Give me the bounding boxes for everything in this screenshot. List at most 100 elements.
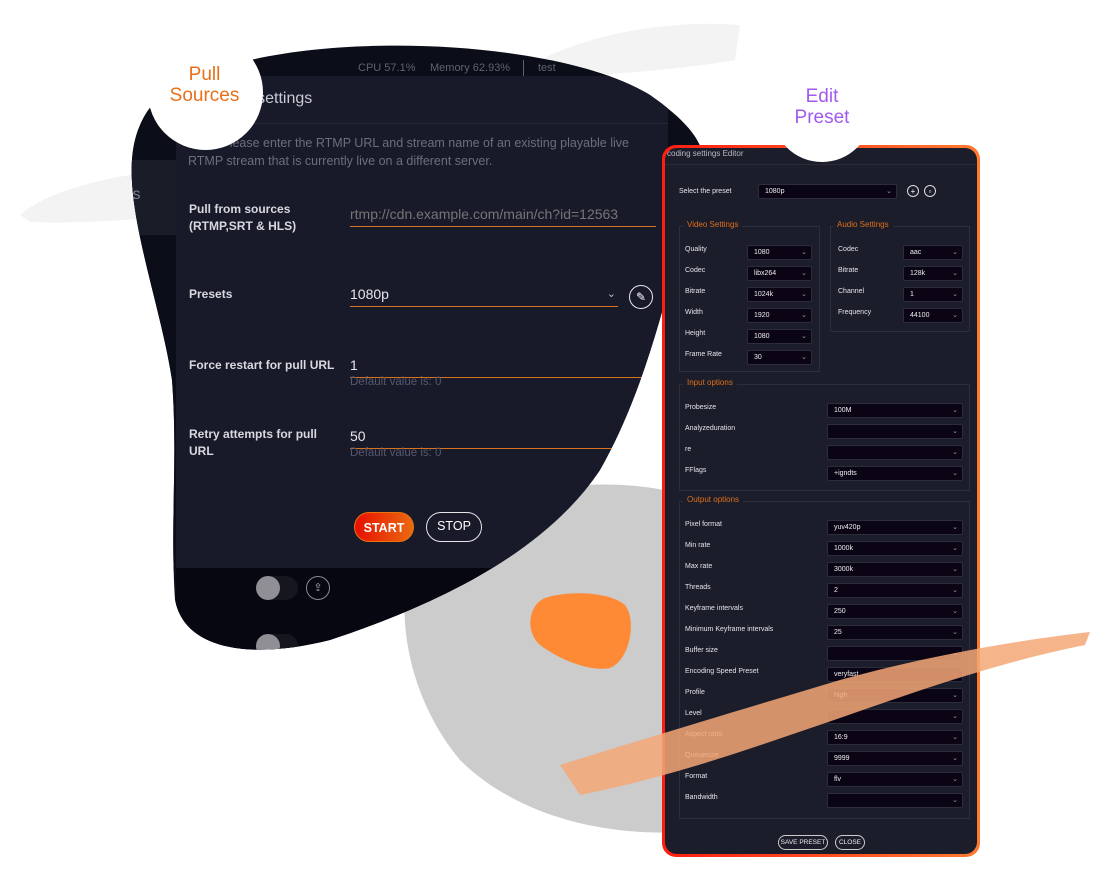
field-select[interactable]: libx264 ⌄ [747, 266, 812, 281]
field-label: Bitrate [838, 267, 859, 274]
field-label: Aspect ratio [685, 731, 722, 738]
select-preset-label: Select the preset [679, 188, 732, 195]
field-select[interactable]: flv ⌄ [827, 772, 963, 787]
callout-line: Sources [169, 85, 240, 106]
field-value: 16:9 [834, 734, 848, 741]
video-settings-legend: Video Settings [683, 220, 743, 229]
chevron-down-icon: ⌄ [952, 566, 958, 573]
chevron-down-icon: ⌄ [952, 755, 958, 762]
chevron-down-icon: ⌄ [952, 428, 958, 435]
chevron-down-icon: ⌄ [952, 291, 958, 298]
field-label: Height [685, 330, 706, 337]
field-select[interactable]: 3000k ⌄ [827, 562, 963, 577]
field-select[interactable]: aac ⌄ [903, 245, 963, 260]
field-label: Channel [838, 288, 865, 295]
field-select[interactable]: 1 ⌄ [903, 287, 963, 302]
field-label: re [685, 446, 692, 453]
chevron-down-icon: ⌄ [952, 270, 958, 277]
chevron-down-icon: ⌄ [952, 545, 958, 552]
chevron-down-icon: ⌄ [952, 671, 958, 678]
field-select[interactable]: ⌄ [827, 793, 963, 808]
trash-icon: ▫ [928, 187, 932, 196]
field-select[interactable]: 16:9 ⌄ [827, 730, 963, 745]
field-select[interactable]: 1080 ⌄ [747, 245, 812, 260]
field-value: flv [834, 776, 841, 783]
field-value: veryfast [834, 671, 859, 678]
save-preset-button[interactable]: SAVE PRESET [778, 835, 828, 850]
field-select[interactable]: ⌄ [827, 709, 963, 724]
chevron-down-icon: ⌄ [952, 650, 958, 657]
chevron-down-icon: ⌄ [952, 449, 958, 456]
chevron-down-icon: ⌄ [952, 407, 958, 414]
field-select[interactable]: 1920 ⌄ [747, 308, 812, 323]
chevron-down-icon: ⌄ [952, 797, 958, 804]
field-label: Level [685, 710, 702, 717]
field-label: Threads [685, 584, 711, 591]
field-label: Bitrate [685, 288, 706, 295]
add-preset-button[interactable]: + [907, 185, 919, 197]
input-options-legend: Input options [683, 378, 737, 387]
field-value: 1 [910, 291, 914, 298]
field-label: Profile [685, 689, 705, 696]
close-button[interactable]: CLOSE [835, 835, 865, 850]
pull-sources-callout-text: Pull Sources [152, 64, 257, 106]
chevron-down-icon: ⌄ [952, 312, 958, 319]
chevron-down-icon: ⌄ [801, 291, 807, 298]
chevron-down-icon: ⌄ [952, 608, 958, 615]
field-value: 1080 [754, 333, 770, 340]
callout-line: Edit [805, 86, 839, 107]
field-select[interactable]: ⌄ [827, 646, 963, 661]
chevron-down-icon: ⌄ [952, 629, 958, 636]
chevron-down-icon: ⌄ [886, 188, 892, 195]
field-select[interactable]: 44100 ⌄ [903, 308, 963, 323]
field-select[interactable]: 30 ⌄ [747, 350, 812, 365]
field-select[interactable]: 1024k ⌄ [747, 287, 812, 302]
field-label: Encoding Speed Preset [685, 668, 759, 675]
field-label: Bandwidth [685, 794, 718, 801]
field-select[interactable]: 2 ⌄ [827, 583, 963, 598]
preset-editor-window: coding settings Editor Select the preset… [662, 145, 980, 857]
field-select[interactable]: 250 ⌄ [827, 604, 963, 619]
chevron-down-icon: ⌄ [952, 713, 958, 720]
field-select[interactable]: +igndts ⌄ [827, 466, 963, 481]
field-value: 250 [834, 608, 846, 615]
field-value: 3000k [834, 566, 854, 573]
field-value: 128k [910, 270, 926, 277]
field-select[interactable]: 9999 ⌄ [827, 751, 963, 766]
field-value: 100M [834, 407, 852, 414]
field-select[interactable]: high ⌄ [827, 688, 963, 703]
field-label: Format [685, 773, 708, 780]
preset-editor-title: coding settings Editor [667, 149, 744, 158]
field-select[interactable]: ⌄ [827, 445, 963, 460]
field-value: 1024k [754, 291, 774, 298]
plus-icon: + [910, 187, 916, 196]
select-preset-value: 1080p [765, 188, 785, 195]
edit-preset-callout-text: Edit Preset [772, 86, 872, 128]
field-select[interactable]: 25 ⌄ [827, 625, 963, 640]
field-label: Codec [685, 267, 706, 274]
chevron-down-icon: ⌄ [801, 312, 807, 319]
field-value: 30 [754, 354, 762, 361]
field-label: Width [685, 309, 703, 316]
field-label: Probesize [685, 404, 717, 411]
select-preset-dropdown[interactable]: 1080p ⌄ [758, 184, 897, 199]
chevron-down-icon: ⌄ [801, 354, 807, 361]
field-select[interactable]: yuv420p ⌄ [827, 520, 963, 535]
preset-editor-body: coding settings Editor Select the preset… [665, 148, 977, 854]
chevron-down-icon: ⌄ [801, 270, 807, 277]
delete-preset-button[interactable]: ▫ [924, 185, 936, 197]
callout-line: Pull [188, 64, 221, 85]
field-value: 9999 [834, 755, 850, 762]
chevron-down-icon: ⌄ [801, 333, 807, 340]
field-label: Pixel format [685, 521, 722, 528]
field-select[interactable]: 1080 ⌄ [747, 329, 812, 344]
field-select[interactable]: ⌄ [827, 424, 963, 439]
chevron-down-icon: ⌄ [952, 692, 958, 699]
field-label: Keyframe intervals [685, 605, 743, 612]
field-select[interactable]: 1000k ⌄ [827, 541, 963, 556]
field-select[interactable]: veryfast ⌄ [827, 667, 963, 682]
chevron-down-icon: ⌄ [952, 249, 958, 256]
field-select[interactable]: 100M ⌄ [827, 403, 963, 418]
field-select[interactable]: 128k ⌄ [903, 266, 963, 281]
field-value: 25 [834, 629, 842, 636]
